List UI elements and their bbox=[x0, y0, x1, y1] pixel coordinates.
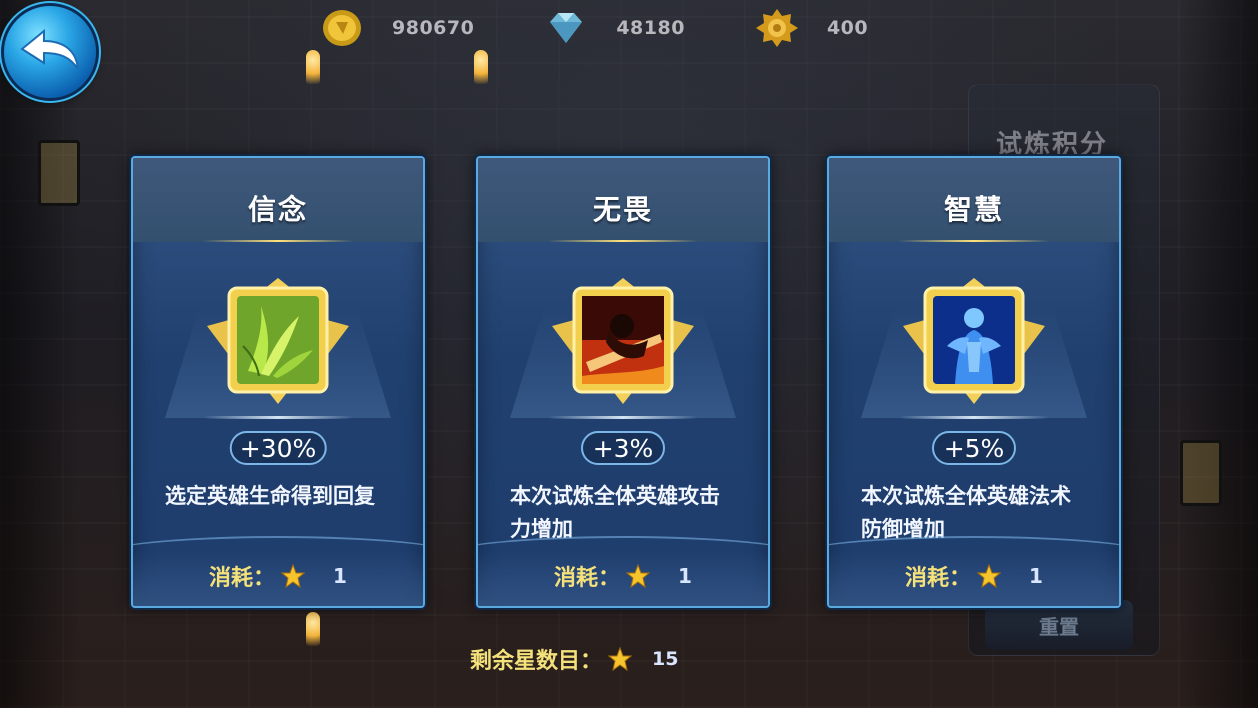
buff-card-wisdom[interactable]: 智慧 +5% 本次试炼全体英雄法术防御增加 消耗： 1 bbox=[827, 156, 1121, 608]
buff-card-faith[interactable]: 信念 +30% 选定英雄生命得到回复 消耗： 1 bbox=[131, 156, 425, 608]
fiery-warrior-icon bbox=[548, 276, 698, 406]
diamond-icon bbox=[544, 8, 588, 48]
buff-card-fearless[interactable]: 无畏 +3% 本次试炼全体英雄攻击力增加 消耗： 1 bbox=[476, 156, 770, 608]
gold-coin-icon bbox=[320, 8, 364, 48]
blue-spirit-icon bbox=[899, 276, 1049, 406]
cost-label: 消耗： bbox=[554, 566, 621, 591]
lantern-icon bbox=[1180, 440, 1222, 506]
cost-label: 消耗： bbox=[209, 566, 276, 591]
bonus-badge: +30% bbox=[229, 431, 327, 465]
card-title: 智慧 bbox=[943, 193, 1004, 226]
lantern-icon bbox=[38, 140, 80, 206]
diamond-value: 48180 bbox=[616, 17, 685, 39]
right-shadow bbox=[1178, 0, 1258, 708]
back-button[interactable] bbox=[4, 6, 96, 98]
remaining-stars: 剩余星数目： 15 bbox=[470, 643, 678, 675]
gold-value: 980670 bbox=[392, 17, 475, 39]
medal-value: 400 bbox=[826, 17, 869, 39]
left-shadow bbox=[0, 0, 80, 708]
back-arrow-icon bbox=[18, 25, 82, 79]
torch-icon bbox=[474, 50, 488, 84]
medal-resource: 400 bbox=[755, 8, 868, 48]
star-icon bbox=[625, 563, 651, 589]
green-leaves-icon bbox=[203, 276, 353, 406]
cost-value: 1 bbox=[678, 564, 692, 588]
card-title: 信念 bbox=[247, 193, 308, 226]
bonus-badge: +3% bbox=[581, 431, 665, 465]
diamond-resource: 48180 bbox=[544, 8, 685, 48]
star-icon bbox=[607, 646, 633, 672]
star-icon bbox=[976, 563, 1002, 589]
glow-line bbox=[203, 416, 353, 419]
cost-row: 消耗： 1 bbox=[133, 560, 423, 592]
gold-resource: 980670 bbox=[320, 8, 474, 48]
card-title: 无畏 bbox=[592, 193, 653, 226]
card-description: 选定英雄生命得到回复 bbox=[165, 484, 375, 508]
gold-medal-icon bbox=[755, 8, 799, 48]
cost-value: 1 bbox=[1029, 564, 1043, 588]
cost-label: 消耗： bbox=[905, 566, 972, 591]
torch-icon bbox=[306, 50, 320, 84]
torch-icon bbox=[306, 612, 320, 646]
star-icon bbox=[280, 563, 306, 589]
remaining-label: 剩余星数目： bbox=[470, 649, 603, 674]
remaining-value: 15 bbox=[652, 648, 679, 670]
bonus-badge: +5% bbox=[932, 431, 1016, 465]
cost-row: 消耗： 1 bbox=[478, 560, 768, 592]
glow-line bbox=[899, 416, 1049, 419]
cost-value: 1 bbox=[333, 564, 347, 588]
cost-row: 消耗： 1 bbox=[829, 560, 1119, 592]
resource-bar: 980670 48180 400 bbox=[320, 8, 938, 48]
glow-line bbox=[548, 416, 698, 419]
